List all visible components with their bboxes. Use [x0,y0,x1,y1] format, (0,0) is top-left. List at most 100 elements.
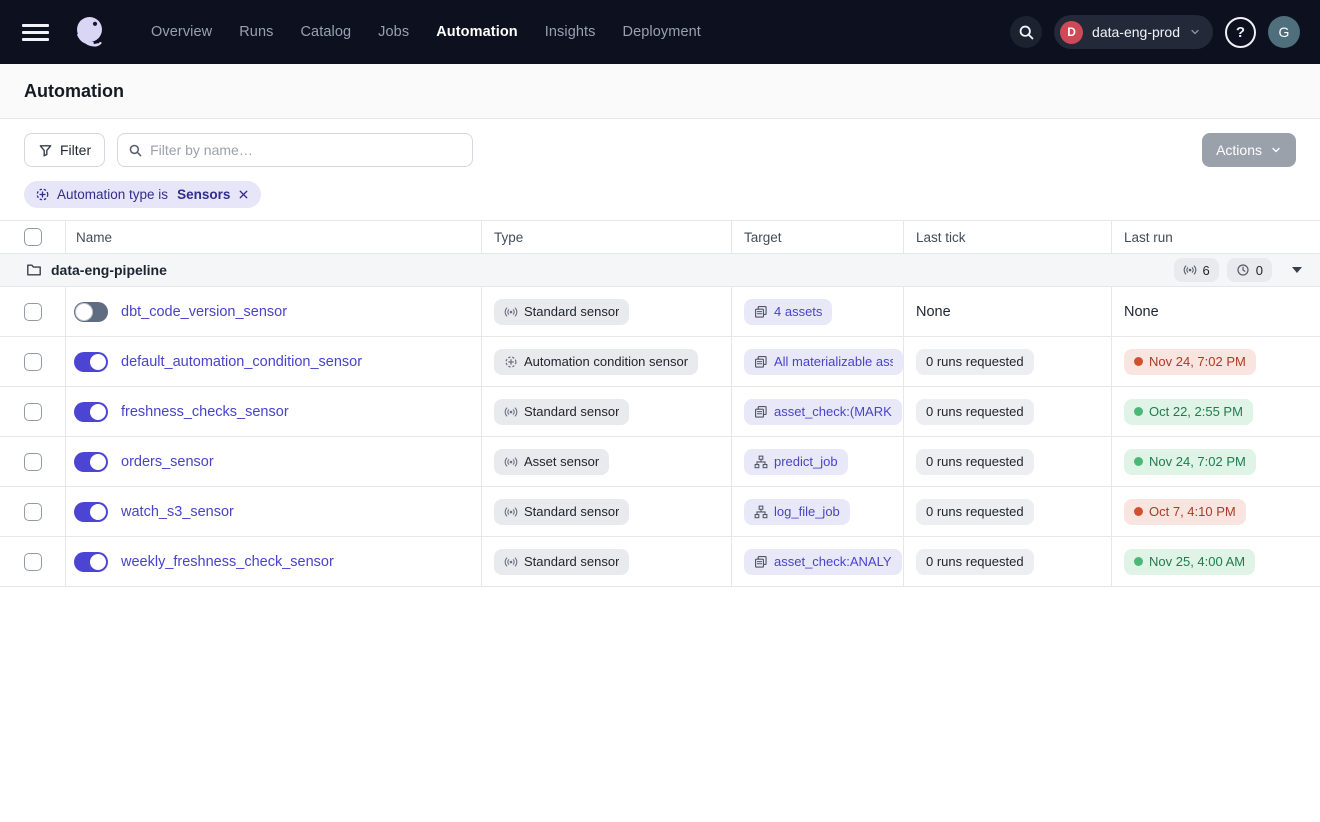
target-link[interactable]: All materializable assets [744,349,903,375]
title-band: Automation [0,64,1320,119]
target-link[interactable]: asset_check:(MARK [744,399,902,425]
dagster-logo-icon[interactable] [71,13,109,51]
nav-item-insights[interactable]: Insights [545,24,596,40]
sensor-enabled-toggle[interactable] [74,402,108,422]
sensor-enabled-toggle[interactable] [74,352,108,372]
code-location-group-row[interactable]: data-eng-pipeline 6 0 [0,254,1320,287]
sensor-enabled-toggle[interactable] [74,302,108,322]
hamburger-menu-icon[interactable] [22,24,49,41]
column-header-last-run: Last run [1111,221,1320,253]
funnel-icon [38,143,53,158]
sensor-name-link[interactable]: default_automation_condition_sensor [121,354,362,370]
last-run-status[interactable]: Oct 7, 4:10 PM [1124,499,1246,525]
nav-items: Overview Runs Catalog Jobs Automation Insight… [151,24,701,40]
group-expand-caret[interactable] [1288,267,1306,273]
run-status-dot [1134,557,1143,566]
deployment-switcher[interactable]: D data-eng-prod [1054,15,1213,49]
target-link[interactable]: asset_check:ANALY [744,549,902,575]
run-status-dot [1134,457,1143,466]
table-row: weekly_freshness_check_sensor Standard s… [0,537,1320,587]
job-graph-icon [754,505,768,519]
sensor-type-badge: Standard sensor [494,299,629,325]
last-tick-status: 0 runs requested [916,499,1034,525]
sensor-name-link[interactable]: dbt_code_version_sensor [121,304,287,320]
filter-chip-automation-type[interactable]: Automation type is Sensors [24,181,261,208]
last-run-status[interactable]: Nov 24, 7:02 PM [1124,349,1256,375]
row-checkbox[interactable] [24,453,42,471]
remove-filter-icon[interactable] [237,188,250,201]
last-run-status[interactable]: Nov 24, 7:02 PM [1124,449,1256,475]
user-avatar[interactable]: G [1268,16,1300,48]
sensor-name-link[interactable]: weekly_freshness_check_sensor [121,554,334,570]
sensor-enabled-toggle[interactable] [74,502,108,522]
deployment-avatar: D [1060,21,1083,44]
sensor-icon [504,505,518,519]
row-checkbox[interactable] [24,353,42,371]
last-run-status[interactable]: Nov 25, 4:00 AM [1124,549,1255,575]
sensor-icon [504,405,518,419]
last-run-status[interactable]: Oct 22, 2:55 PM [1124,399,1253,425]
sensor-count-badge: 6 [1174,258,1219,282]
sensor-name-link[interactable]: freshness_checks_sensor [121,404,289,420]
name-filter-input[interactable] [150,142,462,158]
nav-item-runs[interactable]: Runs [239,24,273,40]
nav-item-deployment[interactable]: Deployment [623,24,701,40]
schedule-count-badge: 0 [1227,258,1272,282]
table-row: orders_sensor Asset sensor [0,437,1320,487]
table-row: default_automation_condition_sensor Auto… [0,337,1320,387]
table-body: dbt_code_version_sensor Standard sensor [0,287,1320,587]
target-link[interactable]: log_file_job [744,499,850,525]
sensor-icon [504,305,518,319]
page-title: Automation [24,81,124,102]
active-filters-row: Automation type is Sensors [0,179,1320,220]
sensor-icon [504,455,518,469]
last-tick-status: 0 runs requested [916,399,1034,425]
last-tick-status: 0 runs requested [916,349,1034,375]
row-checkbox[interactable] [24,503,42,521]
actions-button[interactable]: Actions [1202,133,1296,167]
search-button[interactable] [1010,16,1042,48]
code-location-name: data-eng-pipeline [51,262,167,278]
row-checkbox[interactable] [24,553,42,571]
filter-chip-value: Sensors [177,187,230,202]
nav-item-catalog[interactable]: Catalog [300,24,351,40]
filter-chip-text: Automation type is [57,187,168,202]
select-all-checkbox[interactable] [24,228,42,246]
run-status-dot [1134,357,1143,366]
table-header: Name Type Target Last tick Last run [0,221,1320,254]
column-header-last-tick: Last tick [903,221,1111,253]
table-row: watch_s3_sensor Standard sensor [0,487,1320,537]
column-header-name: Name [65,221,481,253]
asset-icon [754,305,768,319]
target-link[interactable]: 4 assets [744,299,832,325]
nav-item-overview[interactable]: Overview [151,24,212,40]
sensor-enabled-toggle[interactable] [74,552,108,572]
asset-icon [754,405,768,419]
row-checkbox[interactable] [24,303,42,321]
table-row: freshness_checks_sensor Standard sensor [0,387,1320,437]
nav-item-automation[interactable]: Automation [436,24,518,40]
target-link[interactable]: predict_job [744,449,848,475]
last-tick-status: 0 runs requested [916,549,1034,575]
last-tick-status: 0 runs requested [916,449,1034,475]
column-header-type: Type [481,221,731,253]
help-button[interactable]: ? [1225,17,1256,48]
run-status-dot [1134,407,1143,416]
sensor-type-badge: Standard sensor [494,549,629,575]
automation-condition-icon [504,355,518,369]
chevron-down-icon [1189,26,1201,38]
asset-icon [754,555,768,569]
sensor-type-badge: Standard sensor [494,399,629,425]
row-checkbox[interactable] [24,403,42,421]
automation-condition-icon [35,187,50,202]
sensor-name-link[interactable]: watch_s3_sensor [121,504,234,520]
chevron-down-icon [1270,144,1282,156]
filter-button[interactable]: Filter [24,133,105,167]
job-graph-icon [754,455,768,469]
top-nav: Overview Runs Catalog Jobs Automation Insight… [0,0,1320,64]
sensor-enabled-toggle[interactable] [74,452,108,472]
column-header-target: Target [731,221,903,253]
sensor-name-link[interactable]: orders_sensor [121,454,214,470]
nav-item-jobs[interactable]: Jobs [378,24,409,40]
last-run-status: None [1124,304,1159,320]
